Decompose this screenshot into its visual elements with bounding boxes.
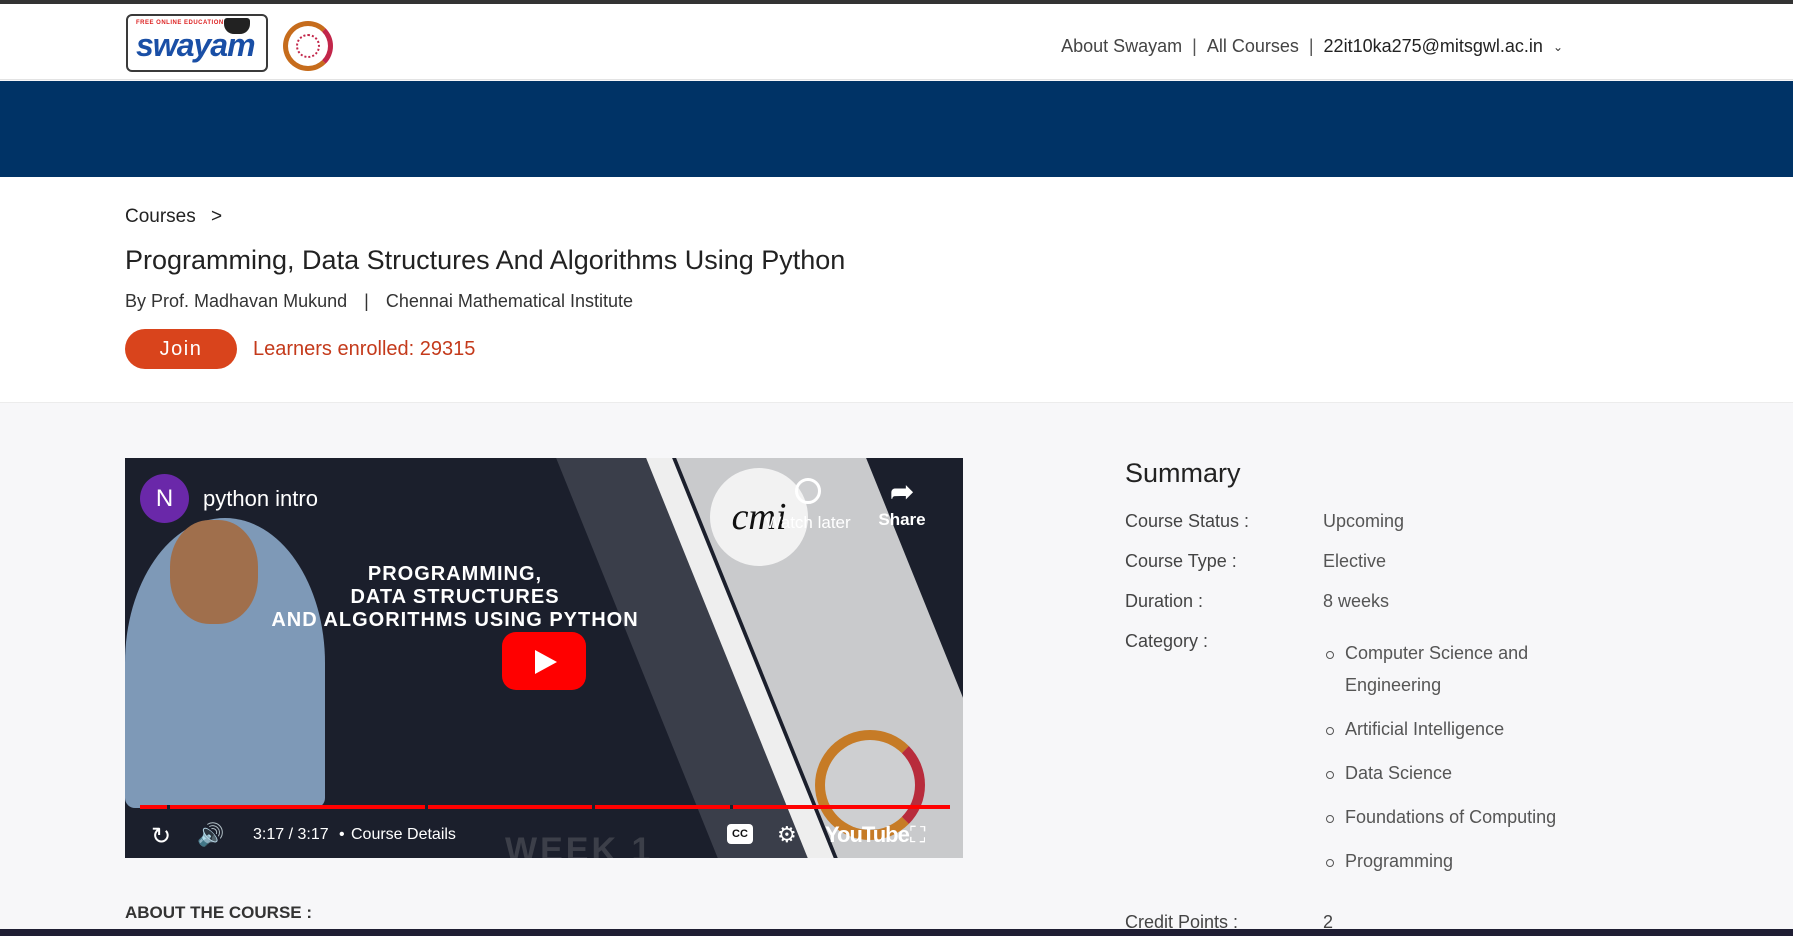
nav-separator: |	[1192, 36, 1197, 56]
clock-icon	[795, 478, 821, 504]
share-label: Share	[878, 510, 926, 529]
nptel-seal-logo[interactable]	[283, 21, 333, 71]
chapter-label[interactable]: Course Details	[351, 826, 456, 844]
summary-row-type: Course Type : Elective	[1125, 551, 1387, 571]
nav-all-courses[interactable]: All Courses	[1207, 36, 1299, 57]
captions-icon[interactable]: CC	[727, 824, 753, 844]
summary-row-status: Course Status : Upcoming	[1125, 511, 1405, 531]
breadcrumb: Courses >	[125, 206, 222, 228]
video-title[interactable]: python intro	[203, 486, 318, 512]
summary-panel: Summary Course Status : Upcoming Course T…	[1125, 458, 1645, 889]
category-item: Programming	[1323, 845, 1573, 877]
footer-bar	[0, 929, 1793, 936]
summary-heading: Summary	[1125, 458, 1241, 488]
swayam-logo[interactable]: FREE ONLINE EDUCATION swayam	[126, 14, 268, 72]
chevron-down-icon[interactable]: ⌄	[1553, 40, 1563, 54]
course-header: Courses > Programming, Data Structures A…	[0, 177, 1793, 403]
channel-avatar[interactable]: N	[140, 474, 189, 523]
institute-name: Chennai Mathematical Institute	[385, 291, 633, 311]
progress-bar[interactable]	[140, 805, 950, 809]
course-title: Programming, Data Structures And Algorit…	[125, 245, 846, 275]
summary-row-duration: Duration :8 weeks	[1125, 591, 1390, 611]
logo-tagline: FREE ONLINE EDUCATION	[136, 20, 224, 26]
category-item: Data Science	[1323, 757, 1573, 789]
play-button[interactable]	[502, 632, 586, 690]
settings-icon[interactable]: ⚙	[777, 822, 797, 848]
top-nav: About Swayam | All Courses | 22it10ka275…	[1061, 36, 1563, 57]
share-button[interactable]: ➦ Share	[867, 478, 937, 530]
nav-separator: |	[1308, 36, 1314, 56]
player-controls: ↻ 🔊 3:17 / 3:17 • Course Details CC ⚙ Yo…	[151, 822, 926, 851]
play-icon	[535, 650, 557, 674]
course-byline: By Prof. Madhavan Mukund | Chennai Mathe…	[125, 291, 633, 311]
summary-row-category: Category : Computer Science and Engineer…	[1125, 631, 1645, 889]
nav-about-swayam[interactable]: About Swayam	[1061, 36, 1182, 57]
category-item: Artificial Intelligence	[1323, 713, 1573, 745]
volume-icon[interactable]: 🔊	[197, 822, 224, 848]
graduation-cap-icon	[224, 18, 250, 34]
site-header: FREE ONLINE EDUCATION swayam About Swaya…	[0, 4, 1793, 80]
breadcrumb-courses[interactable]: Courses	[125, 206, 196, 227]
instructor-name: By Prof. Madhavan Mukund	[125, 291, 348, 311]
category-item: Foundations of Computing	[1323, 801, 1573, 833]
user-menu[interactable]: 22it10ka275@mitsgwl.ac.in	[1324, 36, 1543, 57]
replay-icon[interactable]: ↻	[151, 822, 171, 851]
join-button[interactable]: Join	[125, 329, 237, 369]
slide-title: PROGRAMMING, DATA STRUCTURES AND ALGORIT…	[271, 563, 639, 631]
watch-later-button[interactable]: Watch later	[763, 478, 853, 533]
video-player[interactable]: N python intro cmi Watch later ➦ Share P…	[125, 458, 963, 858]
category-item: Computer Science and Engineering	[1323, 637, 1573, 701]
watch-later-label: Watch later	[765, 513, 851, 532]
share-icon: ➦	[890, 476, 914, 507]
time-display: 3:17 / 3:17	[253, 826, 329, 843]
about-course-heading: ABOUT THE COURSE :	[125, 903, 312, 922]
category-list: Computer Science and Engineering Artific…	[1323, 637, 1573, 889]
breadcrumb-arrow: >	[211, 206, 223, 227]
enrolled-count: Learners enrolled: 29315	[253, 338, 476, 360]
fullscreen-icon[interactable]: ⛶	[910, 822, 925, 848]
youtube-logo[interactable]: YouTube	[825, 822, 910, 848]
hero-banner	[0, 81, 1793, 177]
